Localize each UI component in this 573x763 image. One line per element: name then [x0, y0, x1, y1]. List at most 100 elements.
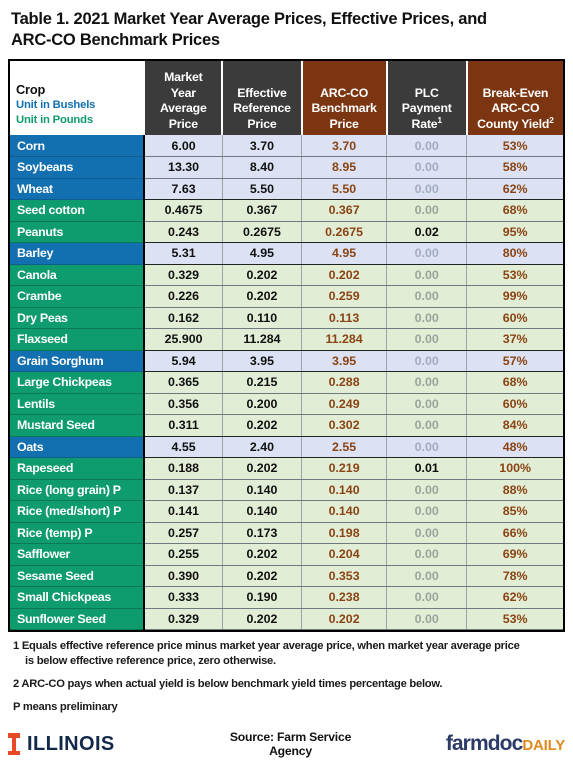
cell-market-year-average-price: 4.55	[144, 436, 223, 458]
cell-effective-reference-price: 0.190	[222, 586, 303, 609]
table-row: Corn 6.00 3.70 3.70 0.00 53%	[10, 135, 563, 157]
cell-break-even-county-yield: 80%	[466, 242, 563, 265]
cell-plc-payment-rate: 0.00	[386, 371, 468, 394]
cell-effective-reference-price: 0.140	[222, 479, 303, 501]
cell-effective-reference-price: 5.50	[222, 178, 303, 200]
cell-plc-payment-rate: 0.00	[386, 178, 468, 200]
cell-crop-name: Rice (long grain) P	[10, 479, 146, 501]
table-row: Rice (temp) P 0.257 0.173 0.198 0.00 66%	[10, 522, 563, 544]
cell-crop-name: Seed cotton	[10, 199, 146, 222]
cell-market-year-average-price: 0.226	[144, 285, 223, 308]
column-header-crop: Crop Unit in Bushels Unit in Pounds	[10, 61, 146, 135]
cell-market-year-average-price: 0.137	[144, 479, 223, 501]
cell-plc-payment-rate: 0.00	[386, 328, 468, 351]
cell-arc-co-benchmark-price: 0.288	[301, 371, 388, 394]
table-header-row: Crop Unit in Bushels Unit in Pounds Mark…	[10, 61, 563, 135]
cell-effective-reference-price: 0.200	[222, 393, 303, 415]
cell-plc-payment-rate: 0.00	[386, 543, 468, 566]
cell-crop-name: Safflower	[10, 543, 146, 566]
cell-break-even-county-yield: 68%	[466, 199, 563, 222]
cell-crop-name: Rice (temp) P	[10, 522, 146, 544]
footnote-preliminary: P means preliminary	[13, 701, 118, 713]
table-row: Flaxseed 25.900 11.284 11.284 0.00 37%	[10, 328, 563, 351]
mya-header-line-1: Market	[164, 70, 203, 84]
cell-market-year-average-price: 5.94	[144, 350, 223, 372]
cell-effective-reference-price: 0.215	[222, 371, 303, 394]
prices-table: Crop Unit in Bushels Unit in Pounds Mark…	[10, 61, 563, 630]
footnote-1-line-2: is below effective reference price, zero…	[25, 655, 276, 667]
cell-break-even-county-yield: 68%	[466, 371, 563, 394]
cell-plc-payment-rate: 0.02	[386, 221, 468, 243]
column-header-effective-reference-price: Effective Reference Price	[222, 61, 303, 135]
cell-arc-co-benchmark-price: 4.95	[301, 242, 388, 265]
cell-crop-name: Peanuts	[10, 221, 146, 243]
mya-header-line-4: Price	[168, 116, 198, 131]
cell-break-even-county-yield: 78%	[466, 565, 563, 587]
cell-break-even-county-yield: 53%	[466, 608, 563, 630]
cell-crop-name: Canola	[10, 264, 146, 286]
page-footer: ILLINOIS Source: Farm Service Agency far…	[8, 729, 565, 759]
cell-crop-name: Barley	[10, 242, 146, 265]
arc-header-line-2: Benchmark	[311, 101, 377, 115]
cell-crop-name: Rapeseed	[10, 457, 146, 480]
cell-arc-co-benchmark-price: 0.302	[301, 414, 388, 437]
cell-plc-payment-rate: 0.00	[386, 479, 468, 501]
cell-break-even-county-yield: 53%	[466, 264, 563, 286]
cell-plc-payment-rate: 0.00	[386, 350, 468, 372]
page-title-line-2: ARC-CO Benchmark Prices	[11, 31, 220, 49]
column-header-break-even-arc-co-county-yield: Break-Even ARC-CO County Yield2	[467, 61, 563, 135]
source-attribution: Source: Farm Service Agency	[229, 730, 352, 758]
table-row: Soybeans 13.30 8.40 8.95 0.00 58%	[10, 156, 563, 179]
plc-footnote-marker: 1	[437, 114, 442, 125]
cell-arc-co-benchmark-price: 8.95	[301, 156, 388, 179]
cell-market-year-average-price: 0.329	[144, 608, 223, 630]
column-header-market-year-average-price: Market Year Average Price	[144, 61, 224, 135]
cell-effective-reference-price: 3.95	[222, 350, 303, 372]
table-row: Seed cotton 0.4675 0.367 0.367 0.00 68%	[10, 199, 563, 222]
cell-plc-payment-rate: 0.00	[386, 522, 468, 544]
table-row: Mustard Seed 0.311 0.202 0.302 0.00 84%	[10, 414, 563, 437]
cell-plc-payment-rate: 0.00	[386, 414, 468, 437]
footnotes: 1 Equals effective reference price minus…	[8, 632, 565, 715]
cell-crop-name: Mustard Seed	[10, 414, 146, 437]
table-row: Small Chickpeas 0.333 0.190 0.238 0.00 62%	[10, 586, 563, 609]
cell-arc-co-benchmark-price: 0.140	[301, 500, 388, 523]
table-row: Safflower 0.255 0.202 0.204 0.00 69%	[10, 543, 563, 566]
cell-break-even-county-yield: 48%	[466, 436, 563, 458]
cell-market-year-average-price: 0.365	[144, 371, 223, 394]
cell-arc-co-benchmark-price: 5.50	[301, 178, 388, 200]
cell-market-year-average-price: 0.356	[144, 393, 223, 415]
bey-header-line-2: ARC-CO	[491, 101, 540, 115]
cell-market-year-average-price: 6.00	[144, 135, 223, 157]
cell-break-even-county-yield: 60%	[466, 307, 563, 329]
cell-break-even-county-yield: 99%	[466, 285, 563, 308]
cell-effective-reference-price: 0.367	[222, 199, 303, 222]
footnote-1: 1 Equals effective reference price minus…	[13, 639, 561, 669]
cell-market-year-average-price: 13.30	[144, 156, 223, 179]
table-row: Rice (med/short) P 0.141 0.140 0.140 0.00 85%	[10, 500, 563, 523]
cell-arc-co-benchmark-price: 0.249	[301, 393, 388, 415]
cell-effective-reference-price: 0.202	[222, 543, 303, 566]
cell-crop-name: Small Chickpeas	[10, 586, 146, 609]
cell-crop-name: Oats	[10, 436, 146, 458]
cell-market-year-average-price: 0.162	[144, 307, 223, 329]
table-row: Peanuts 0.243 0.2675 0.2675 0.02 95%	[10, 221, 563, 243]
cell-effective-reference-price: 0.173	[222, 522, 303, 544]
erp-header-line-3: Price	[247, 116, 277, 131]
cell-crop-name: Sesame Seed	[10, 565, 146, 587]
cell-plc-payment-rate: 0.00	[386, 242, 468, 265]
cell-plc-payment-rate: 0.00	[386, 135, 468, 157]
cell-crop-name: Sunflower Seed	[10, 608, 146, 630]
cell-plc-payment-rate: 0.00	[386, 285, 468, 308]
cell-market-year-average-price: 0.390	[144, 565, 223, 587]
bey-header-line-1: Break-Even	[482, 85, 549, 100]
table-row: Oats 4.55 2.40 2.55 0.00 48%	[10, 436, 563, 458]
footnote-2: 2 ARC-CO pays when actual yield is below…	[13, 678, 443, 690]
cell-arc-co-benchmark-price: 0.353	[301, 565, 388, 587]
cell-plc-payment-rate: 0.00	[386, 436, 468, 458]
cell-arc-co-benchmark-price: 0.2675	[301, 221, 388, 243]
cell-crop-name: Wheat	[10, 178, 146, 200]
cell-plc-payment-rate: 0.00	[386, 565, 468, 587]
page-title-line-1: Table 1. 2021 Market Year Average Prices…	[11, 10, 487, 28]
cell-break-even-county-yield: 84%	[466, 414, 563, 437]
